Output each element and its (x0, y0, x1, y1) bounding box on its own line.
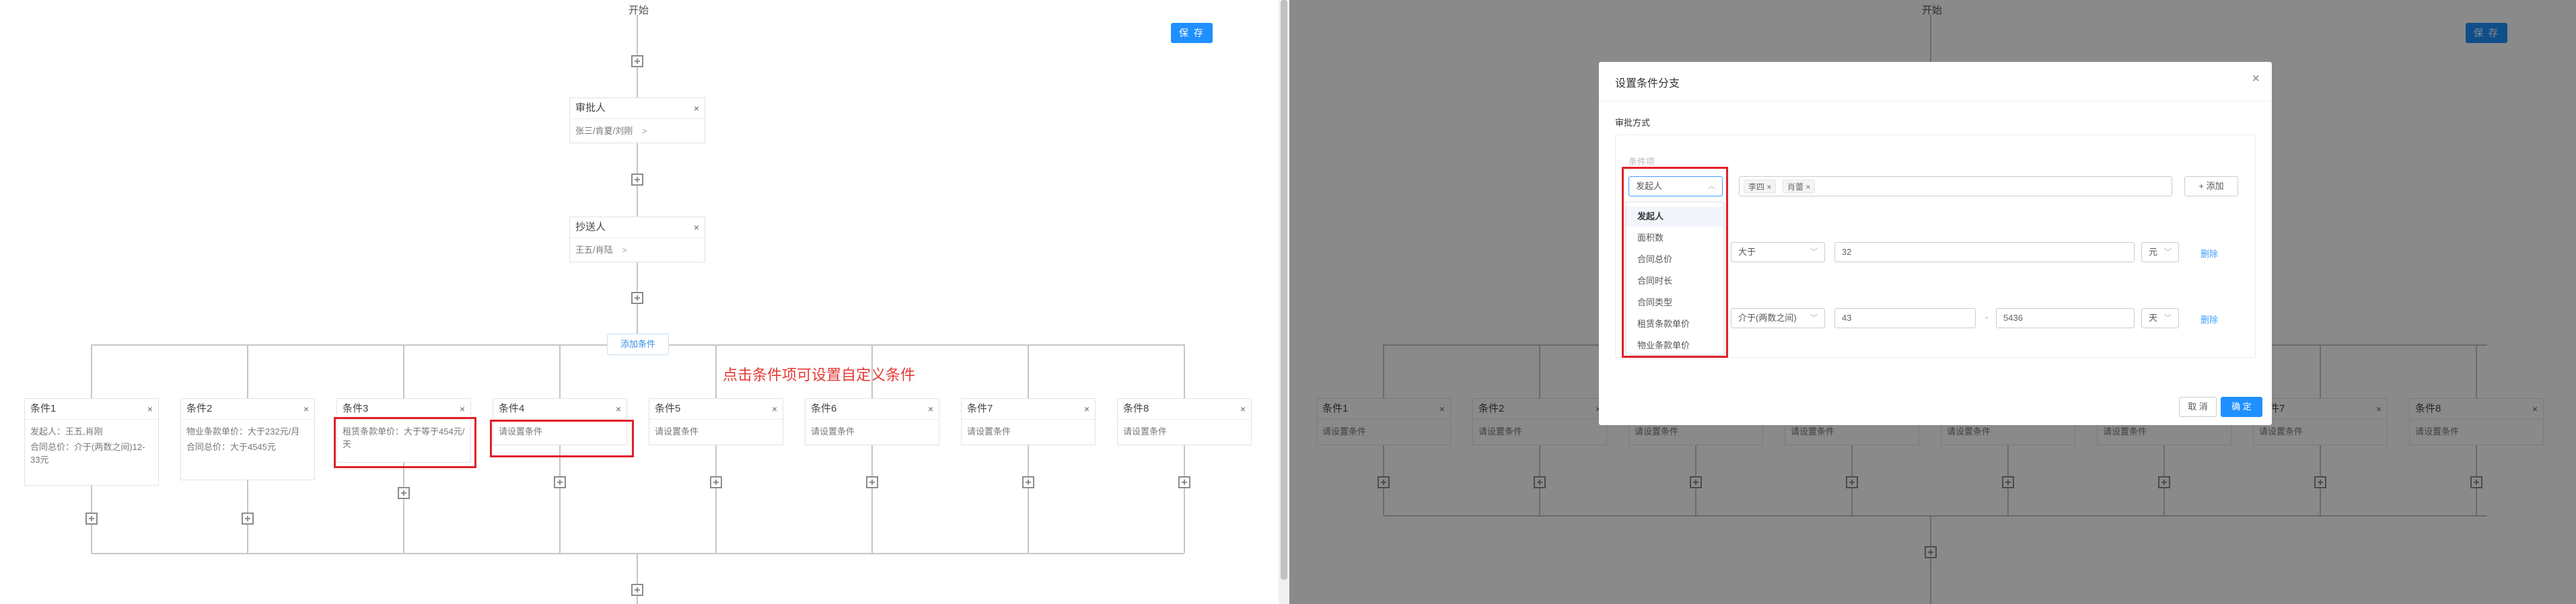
min-value-input[interactable]: 43 (1834, 308, 1976, 328)
unit-value: 元 (2149, 247, 2158, 257)
operator-value: 介于(两数之间) (1738, 313, 1797, 323)
close-icon[interactable]: × (147, 399, 153, 419)
condition-title: 条件4 (499, 403, 525, 414)
chevron-right-icon: > (622, 246, 627, 255)
add-node-button[interactable] (631, 292, 643, 304)
highlight-box (490, 420, 634, 457)
add-node-button[interactable] (631, 174, 643, 186)
condition-title: 条件3 (343, 403, 369, 414)
operator-select[interactable]: 介于(两数之间) ﹀ (1731, 308, 1825, 328)
flow-editor-panel-with-dialog: 开始 保 存 条件1×请设置条件条件2×请设置条件条件3×请设置条件条件4×请设… (1289, 0, 2576, 604)
confirm-button[interactable]: 确 定 (2221, 397, 2262, 417)
close-icon[interactable]: × (694, 98, 699, 118)
tag-item[interactable]: 李四 × (1744, 180, 1777, 193)
start-label: 开始 (629, 5, 649, 16)
condition-title: 条件2 (186, 403, 213, 414)
close-icon[interactable]: × (694, 217, 699, 237)
add-node-button[interactable] (710, 476, 722, 488)
unit-value: 天 (2149, 313, 2158, 323)
add-node-button[interactable] (866, 476, 878, 488)
close-icon[interactable]: × (303, 399, 309, 419)
condition-title: 条件6 (811, 403, 837, 414)
condition-label: 条件项 (1629, 157, 1655, 167)
condition-text: 合同总价：大于4545元 (186, 442, 276, 452)
condition-node[interactable]: 条件1 × 发起人：王五,肖刚合同总价：介于(两数之间)12-33元 (24, 398, 159, 486)
condition-node[interactable]: 条件6 × 请设置条件 (805, 398, 939, 445)
scrollbar[interactable] (1279, 0, 1289, 604)
add-node-button[interactable] (242, 513, 254, 525)
highlight-box (334, 417, 476, 468)
add-node-button[interactable] (631, 55, 643, 67)
condition-title: 条件5 (655, 403, 681, 414)
close-icon[interactable]: × (928, 399, 933, 419)
unit-select[interactable]: 元 ﹀ (2141, 242, 2179, 262)
add-node-button[interactable] (554, 476, 566, 488)
add-node-button[interactable] (1022, 476, 1034, 488)
delete-link[interactable]: 删除 (2201, 247, 2218, 260)
close-icon[interactable]: × (616, 399, 621, 419)
annotation-text: 点击条件项可设置自定义条件 (723, 367, 916, 383)
range-separator: - (1985, 312, 1989, 322)
cc-value: 王五/肖陆 (575, 245, 613, 255)
condition-text: 请设置条件 (655, 426, 699, 437)
close-icon[interactable]: × (460, 399, 465, 419)
close-icon[interactable]: × (1240, 399, 1246, 419)
value-input[interactable]: 32 (1834, 242, 2135, 262)
condition-text: 物业条款单价：大于232元/月 (186, 426, 300, 437)
save-button[interactable]: 保 存 (1171, 23, 1213, 43)
unit-select[interactable]: 天 ﹀ (2141, 308, 2179, 328)
condition-text: 请设置条件 (811, 426, 855, 437)
approver-value: 张三/肯夏/刘刚 (575, 126, 633, 136)
tag-item[interactable]: 肖蕾 × (1783, 180, 1816, 193)
highlight-box (1622, 167, 1728, 358)
close-icon[interactable]: × (2252, 71, 2260, 87)
condition-node[interactable]: 条件8 × 请设置条件 (1117, 398, 1252, 445)
operator-select[interactable]: 大于 ﹀ (1731, 242, 1825, 262)
add-node-button[interactable] (85, 513, 98, 525)
condition-node[interactable]: 条件7 × 请设置条件 (961, 398, 1096, 445)
chevron-right-icon: > (642, 126, 647, 136)
close-icon[interactable]: × (772, 399, 777, 419)
condition-title: 条件7 (967, 403, 993, 414)
add-node-button[interactable] (631, 584, 643, 596)
add-condition-button[interactable]: 添加条件 (607, 334, 669, 355)
condition-node[interactable]: 条件2 × 物业条款单价：大于232元/月 合同总价：大于4545元 (180, 398, 315, 480)
condition-text: 发起人：王五,肖刚 (30, 426, 103, 437)
chevron-down-icon: ﹀ (2164, 314, 2172, 322)
cancel-button[interactable]: 取 消 (2179, 397, 2217, 417)
chevron-down-icon: ﹀ (1810, 314, 1818, 322)
add-node-button[interactable] (1178, 476, 1190, 488)
condition-text: 请设置条件 (967, 426, 1011, 437)
initiator-tag-input[interactable]: 李四 × 肖蕾 × (1739, 176, 2172, 196)
flow-editor-panel: 开始 保 存 审批人 × 张三/肯夏/刘刚 > 抄送人 × 王五/肖陆 > 添加条件… (0, 0, 1279, 604)
approver-node[interactable]: 审批人 × 张三/肯夏/刘刚 > (569, 98, 705, 143)
approver-title: 审批人 (575, 102, 606, 114)
dialog-title: 设置条件分支 (1615, 78, 1680, 89)
add-node-button[interactable] (398, 487, 410, 499)
condition-dialog: 设置条件分支 × 审批方式 条件项 发起人 ︿ 李四 × 肖蕾 × + 添加 大… (1599, 62, 2272, 425)
scrollbar-thumb[interactable] (1281, 0, 1287, 580)
max-value-input[interactable]: 5436 (1996, 308, 2135, 328)
chevron-down-icon: ﹀ (2164, 248, 2172, 256)
condition-text: 合同总价：介于(两数之间)12-33元 (30, 442, 145, 465)
condition-text: 请设置条件 (1123, 426, 1168, 437)
condition-node[interactable]: 条件5 × 请设置条件 (649, 398, 783, 445)
cc-node[interactable]: 抄送人 × 王五/肖陆 > (569, 217, 705, 262)
operator-value: 大于 (1738, 247, 1756, 257)
condition-title: 条件8 (1123, 403, 1149, 414)
close-icon[interactable]: × (1084, 399, 1089, 419)
section-label: 审批方式 (1615, 118, 1651, 128)
chevron-down-icon: ﹀ (1810, 248, 1818, 256)
delete-link[interactable]: 删除 (2201, 313, 2218, 326)
condition-title: 条件1 (30, 403, 57, 414)
add-button[interactable]: + 添加 (2184, 176, 2238, 196)
cc-title: 抄送人 (575, 221, 606, 233)
